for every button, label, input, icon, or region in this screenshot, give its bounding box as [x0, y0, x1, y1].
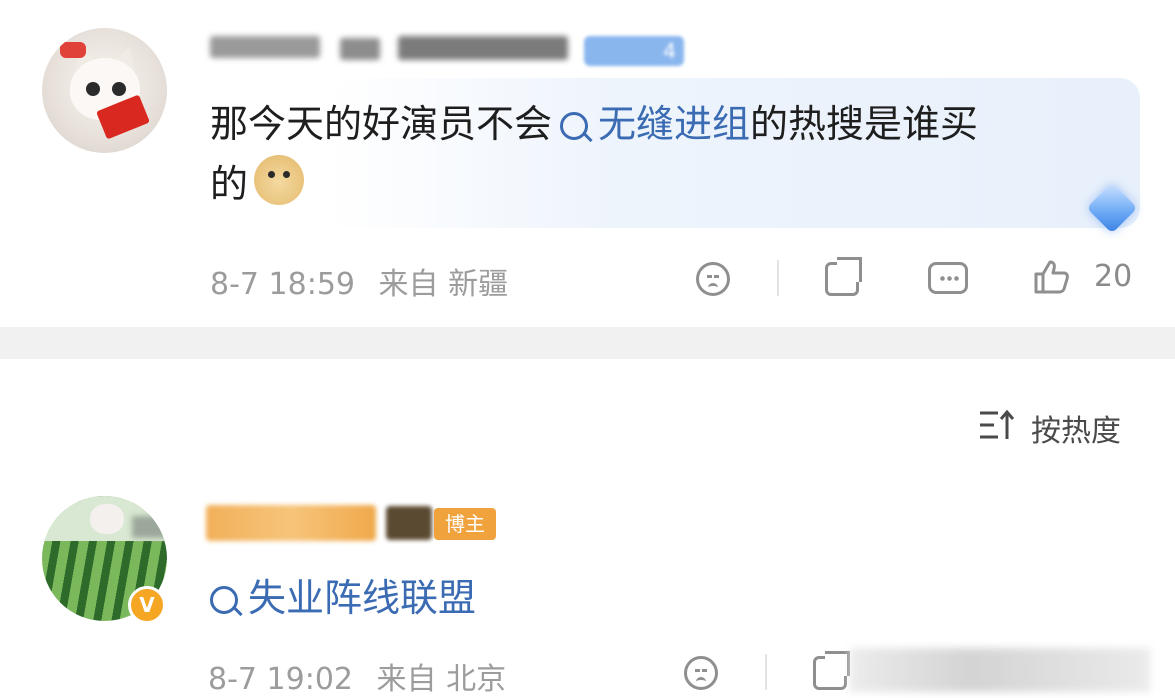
doge-emoji-icon [254, 155, 305, 205]
sad-face-mouth [696, 677, 706, 686]
comment-text-part: 那今天的好演员不会 [210, 102, 553, 146]
username-redacted[interactable] [398, 36, 568, 60]
search-icon [210, 586, 238, 614]
timestamp: 8-7 18:59 [210, 267, 355, 302]
location: 来自 新疆 [378, 267, 509, 302]
username-redacted[interactable] [206, 505, 376, 541]
avatar[interactable] [42, 28, 167, 153]
comment-text: 失业阵线联盟 [210, 570, 476, 626]
comment-text-part: 的热搜是谁买 [750, 102, 979, 146]
verified-badge-icon: V [128, 586, 166, 624]
comment-icon[interactable] [928, 262, 968, 294]
comment-meta: 8-7 19:02 来自 北京 [208, 654, 506, 698]
bow [60, 42, 86, 58]
comment-text: 那今天的好演员不会 无缝进组的热搜是谁买 [210, 96, 978, 152]
redacted-action-bar [850, 648, 1150, 692]
username-redacted[interactable] [340, 38, 380, 60]
comment-text-part: 的 [210, 162, 249, 206]
share-icon[interactable] [825, 257, 862, 296]
avatar-redacted-area [132, 516, 167, 538]
topic-link[interactable]: 失业阵线联盟 [248, 576, 476, 620]
comment-meta: 8-7 18:59 来自 新疆 [210, 259, 508, 303]
share-arrow [825, 651, 850, 676]
share-icon[interactable] [813, 651, 850, 690]
blogger-tag: 博主 [434, 508, 496, 540]
section-separator [0, 327, 1175, 359]
username-redacted[interactable] [210, 36, 320, 58]
search-icon [560, 112, 589, 140]
topic-link[interactable]: 无缝进组 [598, 102, 750, 146]
sort-icon[interactable] [978, 409, 1016, 441]
cat-eye [112, 82, 126, 96]
cat-figure [90, 504, 124, 534]
sad-face-mouth [708, 283, 718, 292]
like-count: 20 [1094, 259, 1133, 294]
sort-by-hot-button[interactable]: 按热度 [1031, 406, 1121, 450]
cat-eye [86, 82, 100, 96]
thumbs-up-icon [1034, 260, 1069, 294]
comment-dots [939, 276, 961, 281]
divider [777, 260, 779, 296]
share-arrow [837, 257, 862, 282]
fan-level-value: 4 [663, 39, 676, 63]
divider [765, 654, 767, 690]
like-button[interactable] [1032, 258, 1070, 300]
sad-face-icon[interactable] [684, 656, 718, 690]
fan-level-badge[interactable]: 4 [584, 36, 684, 66]
sad-face-icon[interactable] [696, 262, 730, 296]
comment-text: 的 [210, 155, 305, 212]
member-icon [386, 506, 432, 540]
